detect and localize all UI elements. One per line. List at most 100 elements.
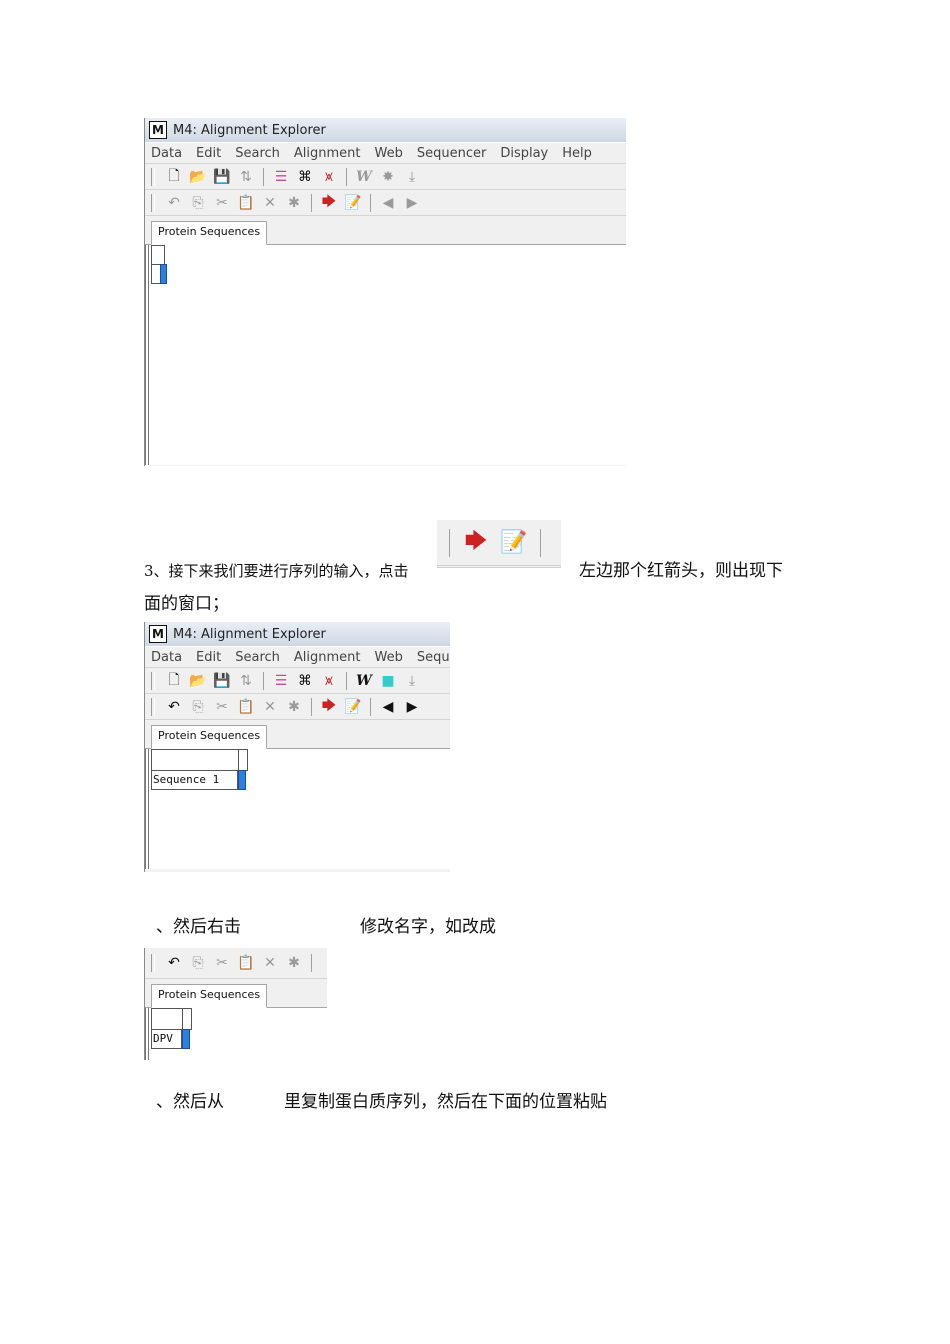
- move-right-icon[interactable]: ▶: [403, 194, 421, 212]
- selected-sequence-cell[interactable]: [182, 1029, 190, 1049]
- toolbar-grip[interactable]: [151, 167, 155, 186]
- menu-display[interactable]: Display: [500, 146, 548, 161]
- alignment-explorer-window-1: M M4: Alignment Explorer Data Edit Searc…: [144, 118, 626, 466]
- grid-header-cell: [238, 749, 248, 771]
- menu-search[interactable]: Search: [235, 146, 280, 161]
- copy-icon[interactable]: ⎘: [189, 954, 207, 972]
- selected-sequence-cell[interactable]: [238, 770, 246, 790]
- grid-header-cell: [151, 749, 239, 771]
- sequence-grid[interactable]: DPV: [145, 1008, 327, 1060]
- toolbar-grip[interactable]: [151, 193, 155, 212]
- new-file-icon[interactable]: 🗋: [165, 168, 183, 186]
- alignment-explorer-window-3: ↶ ⎘ ✂ 📋 ✕ ✱ Protein Sequences DPV: [144, 948, 327, 1060]
- sequencer-trace-icon[interactable]: ⩙: [320, 168, 338, 186]
- toolbar-separator: [346, 671, 347, 690]
- add-from-file-icon[interactable]: 📝: [500, 529, 528, 557]
- add-sequence-red-arrow-icon[interactable]: 🡆: [320, 194, 338, 212]
- sequence-name-cell[interactable]: Sequence 1: [151, 770, 238, 790]
- toolbar-separator: [540, 528, 541, 557]
- menu-web[interactable]: Web: [375, 650, 403, 665]
- menu-search[interactable]: Search: [235, 650, 280, 665]
- save-disk-icon[interactable]: 💾: [213, 672, 231, 690]
- cut-scissors-icon[interactable]: ✂: [213, 194, 231, 212]
- copy-icon[interactable]: ⎘: [189, 194, 207, 212]
- window-title: M4: Alignment Explorer: [173, 122, 326, 138]
- delete-gap-icon[interactable]: ✱: [285, 194, 303, 212]
- move-right-icon[interactable]: ▶: [403, 698, 421, 716]
- selected-sequence-cell[interactable]: [160, 264, 167, 284]
- mega-logo-icon: M: [149, 625, 167, 643]
- web-search-icon[interactable]: ⌘: [296, 168, 314, 186]
- new-file-icon[interactable]: 🗋: [165, 672, 183, 690]
- paste-icon[interactable]: 📋: [237, 194, 255, 212]
- toolbar-grip[interactable]: [151, 954, 155, 972]
- cut-scissors-icon[interactable]: ✂: [213, 954, 231, 972]
- add-from-file-icon[interactable]: 📝: [344, 194, 362, 212]
- insert-gap-icon[interactable]: ⤓: [403, 672, 421, 690]
- sequencer-trace-icon[interactable]: ⩙: [320, 672, 338, 690]
- toolbar-separator: [263, 671, 264, 690]
- menu-edit[interactable]: Edit: [196, 650, 221, 665]
- toolbar-separator: [263, 167, 264, 186]
- mega-logo-icon: M: [149, 121, 167, 139]
- insert-gap-icon[interactable]: ⤓: [403, 168, 421, 186]
- menu-web[interactable]: Web: [375, 146, 403, 161]
- add-sequence-red-arrow-icon[interactable]: 🡆: [462, 529, 490, 557]
- delete-gap-icon[interactable]: ✱: [285, 698, 303, 716]
- muscle-icon[interactable]: ■: [379, 672, 397, 690]
- add-sequence-red-arrow-icon[interactable]: 🡆: [320, 698, 338, 716]
- sequence-grid[interactable]: [145, 245, 626, 465]
- main-toolbar: 🗋 📂 💾 ⇅ ☰ ⌘ ⩙ W ■ ⤓: [145, 668, 450, 694]
- clustalw-icon[interactable]: W: [355, 168, 373, 186]
- toolbar-grip[interactable]: [151, 697, 155, 716]
- cut-scissors-icon[interactable]: ✂: [213, 698, 231, 716]
- rename-text-a: 、然后右击: [156, 917, 241, 937]
- align-lines-icon[interactable]: ☰: [272, 672, 290, 690]
- sequence-name-cell[interactable]: DPV: [151, 1029, 182, 1049]
- menu-edit[interactable]: Edit: [196, 146, 221, 161]
- save-disk-icon[interactable]: 💾: [213, 168, 231, 186]
- menu-alignment[interactable]: Alignment: [294, 650, 361, 665]
- tab-protein-sequences[interactable]: Protein Sequences: [151, 725, 268, 749]
- paste-icon[interactable]: 📋: [237, 698, 255, 716]
- menu-data[interactable]: Data: [151, 650, 182, 665]
- align-lines-icon[interactable]: ☰: [272, 168, 290, 186]
- title-bar: M M4: Alignment Explorer: [145, 118, 626, 142]
- menu-data[interactable]: Data: [151, 146, 182, 161]
- tab-protein-sequences[interactable]: Protein Sequences: [151, 221, 268, 245]
- toolbar-separator: [370, 697, 371, 716]
- copy-icon[interactable]: ⎘: [189, 698, 207, 716]
- add-from-file-icon[interactable]: 📝: [344, 698, 362, 716]
- step3-text-left: 3、接下来我们要进行序列的输入，点击: [144, 562, 409, 580]
- sequence-grid[interactable]: Sequence 1: [145, 749, 450, 869]
- translate-icon[interactable]: ⇅: [237, 168, 255, 186]
- toolbar-separator: [311, 193, 312, 212]
- delete-icon[interactable]: ✕: [261, 698, 279, 716]
- menu-alignment[interactable]: Alignment: [294, 146, 361, 161]
- open-folder-icon[interactable]: 📂: [189, 672, 207, 690]
- toolbar-grip[interactable]: [151, 671, 155, 690]
- undo-icon[interactable]: ↶: [165, 954, 183, 972]
- edit-toolbar: ↶ ⎘ ✂ 📋 ✕ ✱ 🡆 📝 ◀ ▶: [145, 190, 626, 216]
- paste-text-b: 里复制蛋白质序列，然后在下面的位置粘贴: [284, 1092, 607, 1112]
- grid-header-cell: [151, 245, 165, 265]
- menu-help[interactable]: Help: [562, 146, 592, 161]
- menu-bar: Data Edit Search Alignment Web Seque: [145, 646, 450, 668]
- clustalw-icon[interactable]: W: [355, 672, 373, 690]
- undo-icon[interactable]: ↶: [165, 194, 183, 212]
- tab-protein-sequences[interactable]: Protein Sequences: [151, 984, 268, 1008]
- move-left-icon[interactable]: ◀: [379, 698, 397, 716]
- delete-icon[interactable]: ✕: [261, 954, 279, 972]
- web-search-icon[interactable]: ⌘: [296, 672, 314, 690]
- open-folder-icon[interactable]: 📂: [189, 168, 207, 186]
- move-left-icon[interactable]: ◀: [379, 194, 397, 212]
- muscle-star-icon[interactable]: ✸: [379, 168, 397, 186]
- delete-gap-icon[interactable]: ✱: [285, 954, 303, 972]
- translate-icon[interactable]: ⇅: [237, 672, 255, 690]
- title-bar: M M4: Alignment Explorer: [145, 622, 450, 646]
- undo-icon[interactable]: ↶: [165, 698, 183, 716]
- paste-icon[interactable]: 📋: [237, 954, 255, 972]
- menu-sequencer[interactable]: Sequencer: [417, 146, 486, 161]
- delete-icon[interactable]: ✕: [261, 194, 279, 212]
- menu-sequencer[interactable]: Seque: [417, 650, 450, 665]
